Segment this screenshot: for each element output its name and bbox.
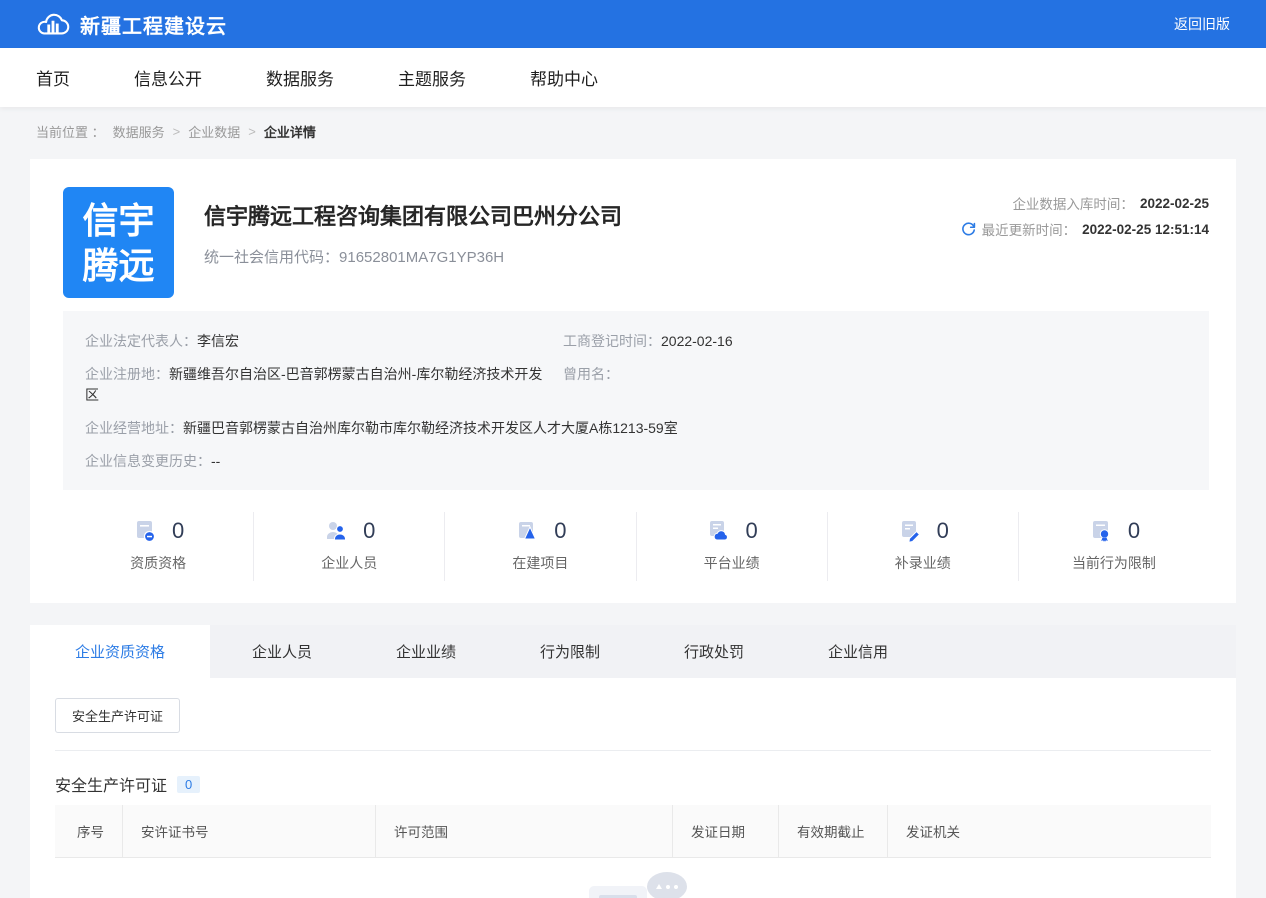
empty-state-illustration	[573, 872, 693, 898]
company-logo-line2: 腾远	[82, 243, 154, 288]
registration-time-label: 工商登记时间：	[563, 333, 661, 349]
company-name: 信宇腾远工程咨询集团有限公司巴州分公司	[204, 199, 961, 231]
update-time: 最近更新时间： 2022-02-25 12:51:14	[961, 219, 1209, 239]
breadcrumb-prefix: 当前位置 ：	[36, 122, 105, 141]
tab-behavior-restriction[interactable]: 行为限制	[498, 625, 642, 678]
update-time-label: 最近更新时间：	[982, 219, 1077, 239]
entry-time: 企业数据入库时间： 2022-02-25	[961, 193, 1209, 213]
breadcrumb-enterprise-detail: 企业详情	[264, 122, 316, 141]
refresh-icon[interactable]	[961, 222, 976, 237]
stat-behavior-restriction[interactable]: 0 当前行为限制	[1019, 512, 1209, 581]
legal-representative-value: 李信宏	[197, 333, 239, 349]
legal-representative-label: 企业法定代表人：	[85, 333, 197, 349]
change-history-label: 企业信息变更历史：	[85, 453, 211, 469]
project-icon	[514, 518, 540, 544]
company-info-box: 企业法定代表人：李信宏 工商登记时间：2022-02-16 企业注册地：新疆维吾…	[63, 311, 1209, 490]
stat-projects-value: 0	[554, 518, 566, 544]
stat-supplementary-performance[interactable]: 0 补录业绩	[828, 512, 1019, 581]
brand-title: 新疆工程建设云	[80, 10, 227, 39]
col-license-number: 安许证书号	[122, 805, 375, 857]
registration-time: 工商登记时间：2022-02-16	[563, 331, 1187, 352]
entry-time-label: 企业数据入库时间：	[1012, 193, 1134, 213]
section-title: 安全生产许可证	[55, 772, 167, 796]
platform-performance-icon	[705, 518, 731, 544]
credit-code-value: 91652801MA7G1YP36H	[339, 249, 504, 266]
registered-address: 企业注册地：新疆维吾尔自治区-巴音郭楞蒙古自治州-库尔勒经济技术开发区	[85, 364, 563, 406]
stat-platform-performance-label: 平台业绩	[704, 553, 760, 573]
nav-item-data-services[interactable]: 数据服务	[266, 65, 334, 90]
restriction-icon	[1088, 518, 1114, 544]
change-history: 企业信息变更历史：--	[85, 451, 1187, 472]
stat-supplementary-performance-value: 0	[937, 518, 949, 544]
stats-row: 0 资质资格 0 企业人员	[63, 502, 1209, 585]
col-issuing-authority: 发证机关	[887, 805, 1211, 857]
stat-personnel-value: 0	[363, 518, 375, 544]
breadcrumb: 当前位置 ： 数据服务 > 企业数据 > 企业详情	[0, 107, 1266, 141]
stat-projects[interactable]: 0 在建项目	[445, 512, 636, 581]
stat-qualification-label: 资质资格	[130, 553, 186, 573]
business-address-value: 新疆巴音郭楞蒙古自治州库尔勒市库尔勒经济技术开发区人才大厦A栋1213-59室	[183, 420, 678, 436]
tab-enterprise-personnel[interactable]: 企业人员	[210, 625, 354, 678]
empty-speech-bubble-icon	[647, 872, 687, 898]
col-license-scope: 许可范围	[375, 805, 672, 857]
stat-personnel[interactable]: 0 企业人员	[254, 512, 445, 581]
registration-time-value: 2022-02-16	[661, 333, 733, 349]
stat-personnel-label: 企业人员	[321, 553, 377, 573]
col-serial-number: 序号	[55, 805, 122, 857]
col-issue-date: 发证日期	[672, 805, 778, 857]
update-time-value: 2022-02-25 12:51:14	[1082, 222, 1209, 237]
main-nav: 首页 信息公开 数据服务 主题服务 帮助中心	[0, 48, 1266, 107]
personnel-icon	[323, 518, 349, 544]
former-name-label: 曾用名：	[563, 366, 619, 382]
credit-code-label: 统一社会信用代码：	[204, 249, 339, 266]
tab-enterprise-performance[interactable]: 企业业绩	[354, 625, 498, 678]
safety-production-license-filter-button[interactable]: 安全生产许可证	[55, 698, 180, 733]
stat-platform-performance[interactable]: 0 平台业绩	[637, 512, 828, 581]
brand[interactable]: 新疆工程建设云	[36, 10, 227, 39]
tab-enterprise-credit[interactable]: 企业信用	[786, 625, 930, 678]
entry-time-value: 2022-02-25	[1140, 196, 1209, 211]
company-logo: 信宇 腾远	[63, 187, 174, 298]
license-table-header: 序号 安许证书号 许可范围 发证日期 有效期截止 发证机关	[55, 805, 1211, 858]
back-to-old-version-link[interactable]: 返回旧版	[1174, 14, 1230, 34]
nav-item-theme-services[interactable]: 主题服务	[398, 65, 466, 90]
legal-representative: 企业法定代表人：李信宏	[85, 331, 563, 352]
breadcrumb-separator: >	[248, 124, 256, 139]
tab-content: 安全生产许可证 安全生产许可证 0 序号 安许证书号 许可范围 发证日期 有效期…	[30, 678, 1236, 898]
stat-qualification-value: 0	[172, 518, 184, 544]
license-table-body-empty	[55, 858, 1211, 898]
tab-enterprise-qualification[interactable]: 企业资质资格	[30, 625, 210, 678]
detail-tabs: 企业资质资格 企业人员 企业业绩 行为限制 行政处罚 企业信用	[30, 625, 1236, 678]
qualification-icon	[132, 518, 158, 544]
business-address: 企业经营地址：新疆巴音郭楞蒙古自治州库尔勒市库尔勒经济技术开发区人才大厦A栋12…	[85, 418, 1187, 439]
stat-platform-performance-value: 0	[745, 518, 757, 544]
nav-item-home[interactable]: 首页	[36, 65, 70, 90]
tab-administrative-penalty[interactable]: 行政处罚	[642, 625, 786, 678]
stat-behavior-restriction-label: 当前行为限制	[1072, 553, 1156, 573]
former-name: 曾用名：	[563, 364, 1187, 406]
nav-item-info-disclosure[interactable]: 信息公开	[134, 65, 202, 90]
registered-address-label: 企业注册地：	[85, 366, 169, 382]
stat-projects-label: 在建项目	[512, 553, 568, 573]
license-table: 序号 安许证书号 许可范围 发证日期 有效期截止 发证机关	[55, 805, 1211, 898]
stat-behavior-restriction-value: 0	[1128, 518, 1140, 544]
stat-qualification[interactable]: 0 资质资格	[63, 512, 254, 581]
nav-item-help-center[interactable]: 帮助中心	[530, 65, 598, 90]
company-logo-line1: 信宇	[82, 198, 154, 243]
col-expiry-date: 有效期截止	[778, 805, 887, 857]
breadcrumb-separator: >	[173, 124, 181, 139]
company-card: 信宇 腾远 信宇腾远工程咨询集团有限公司巴州分公司 统一社会信用代码：91652…	[30, 159, 1236, 603]
app-header: 新疆工程建设云 返回旧版	[0, 0, 1266, 48]
supplementary-performance-icon	[897, 518, 923, 544]
stat-supplementary-performance-label: 补录业绩	[895, 553, 951, 573]
change-history-value: --	[211, 453, 220, 469]
content-divider	[55, 750, 1211, 751]
breadcrumb-enterprise-data[interactable]: 企业数据	[188, 122, 240, 141]
credit-code: 统一社会信用代码：91652801MA7G1YP36H	[204, 246, 961, 267]
empty-box-graphic	[589, 886, 647, 898]
section-count-badge: 0	[177, 776, 200, 793]
business-address-label: 企业经营地址：	[85, 420, 183, 436]
breadcrumb-data-services[interactable]: 数据服务	[113, 122, 165, 141]
cloud-buildings-icon	[36, 11, 70, 38]
